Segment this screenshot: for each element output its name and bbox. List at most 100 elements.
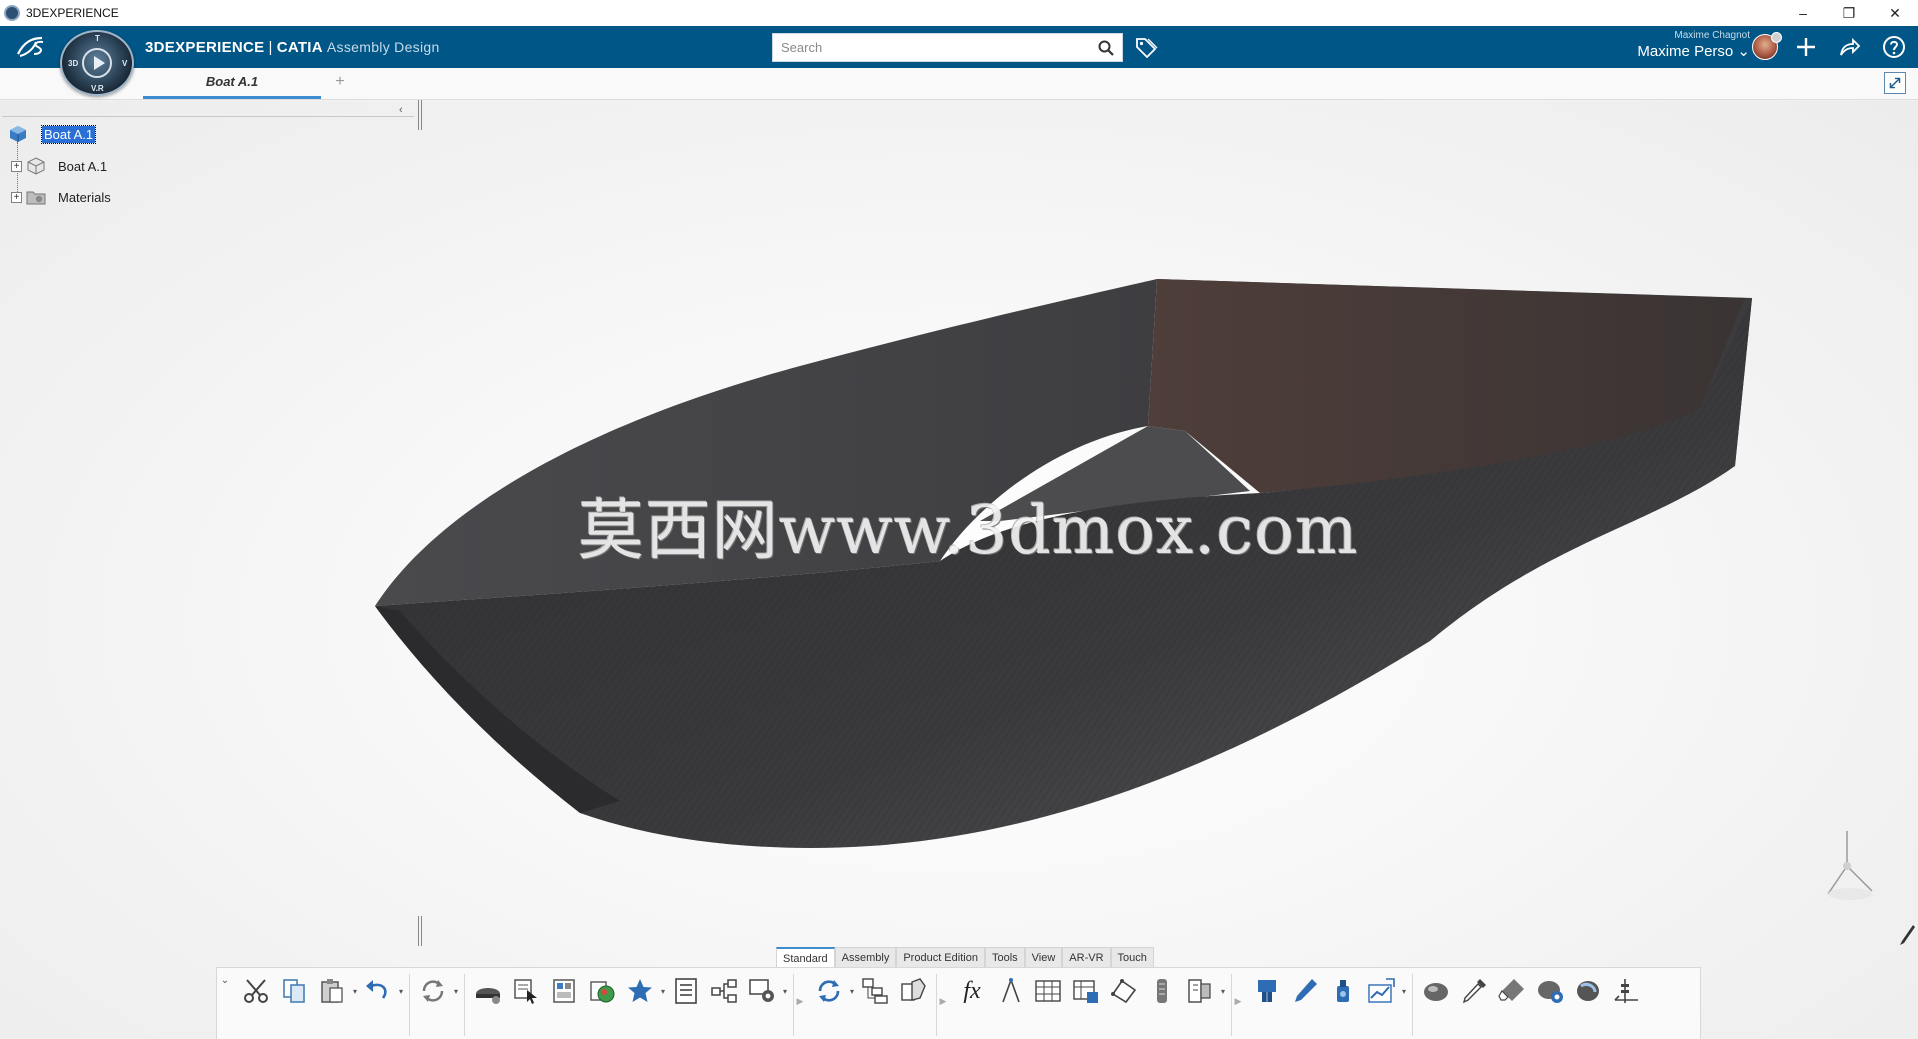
watermark-text: 莫西网www.3dmox.com: [578, 492, 1359, 569]
table-glyph: [1035, 980, 1061, 1002]
scale-icon[interactable]: [1181, 974, 1219, 1008]
user-name[interactable]: Maxime Perso ⌄: [1610, 42, 1750, 60]
geometry-icon[interactable]: [1105, 974, 1143, 1008]
publish-icon[interactable]: [1248, 974, 1286, 1008]
axis-gizmo-icon[interactable]: [1822, 826, 1882, 906]
tag-icon[interactable]: [1134, 35, 1158, 59]
tree-root-label[interactable]: Boat A.1: [40, 124, 97, 144]
search-box[interactable]: [772, 33, 1123, 62]
properties-glyph: [675, 978, 697, 1004]
minimize-button[interactable]: –: [1780, 0, 1826, 26]
search-input[interactable]: [773, 34, 1073, 61]
table-icon[interactable]: [1029, 974, 1067, 1008]
tree-root[interactable]: Boat A.1: [8, 124, 97, 144]
app-name: Assembly Design: [326, 39, 440, 55]
undo-icon[interactable]: [359, 974, 397, 1008]
compass-widget[interactable]: T 3D V V.R: [60, 30, 134, 96]
user-menu[interactable]: Maxime Chagnot Maxime Perso ⌄: [1610, 30, 1750, 60]
tree-splitter-handle-bottom[interactable]: [418, 916, 422, 946]
formula-icon[interactable]: fx: [953, 974, 991, 1008]
material-ball-icon[interactable]: [1531, 974, 1569, 1008]
ruler-icon[interactable]: [1143, 974, 1181, 1008]
copy-icon[interactable]: [275, 974, 313, 1008]
toolbar-scroll-arrow-3[interactable]: ▶: [1232, 984, 1244, 1018]
lighting-icon[interactable]: [1569, 974, 1607, 1008]
catalog-icon[interactable]: [545, 974, 583, 1008]
expand-icon[interactable]: [1884, 72, 1906, 94]
properties-icon[interactable]: [667, 974, 705, 1008]
paste-icon[interactable]: [313, 974, 351, 1008]
favorite-icon[interactable]: [621, 974, 659, 1008]
refresh-icon[interactable]: [810, 974, 848, 1008]
tab-boat-a1[interactable]: Boat A.1: [143, 68, 321, 99]
close-button[interactable]: ✕: [1872, 0, 1918, 26]
expand-boat-icon[interactable]: +: [11, 160, 22, 172]
insert-product-icon[interactable]: [469, 974, 507, 1008]
tree-item-boat-label[interactable]: Boat A.1: [58, 159, 107, 174]
plus-icon[interactable]: [1794, 35, 1818, 59]
update-glyph: [422, 980, 444, 1002]
select-icon[interactable]: [507, 974, 545, 1008]
cut-icon[interactable]: [237, 974, 275, 1008]
share-icon[interactable]: [1837, 35, 1861, 59]
tree-reorder-glyph: [862, 978, 888, 1004]
pen-icon[interactable]: [1898, 923, 1916, 947]
compass-top-label: T: [95, 34, 100, 43]
user-name-label: Maxime Perso: [1637, 43, 1734, 60]
update-dropdown[interactable]: ▾: [452, 974, 460, 1008]
favorite-dropdown[interactable]: ▾: [659, 974, 667, 1008]
paint-icon[interactable]: [1324, 974, 1362, 1008]
action-bar-chevron-icon[interactable]: ⌄: [217, 974, 233, 994]
window-titlebar: 3DEXPERIENCE – ❐ ✕: [0, 0, 1918, 26]
tree-item-materials[interactable]: + Materials: [11, 187, 111, 207]
tree-splitter-handle[interactable]: [418, 100, 422, 130]
refresh-glyph: [818, 980, 840, 1002]
tree-item-boat[interactable]: + Boat A.1: [11, 156, 107, 176]
compass-right-label: V: [122, 59, 128, 68]
eraser-icon[interactable]: [1493, 974, 1531, 1008]
pen-tool-icon[interactable]: [1286, 974, 1324, 1008]
undo-dropdown[interactable]: ▾: [397, 974, 405, 1008]
ds-logo-icon[interactable]: [14, 32, 48, 62]
collapse-tree-button[interactable]: ‹: [399, 104, 403, 116]
graph-icon[interactable]: [1362, 974, 1400, 1008]
play-icon[interactable]: [82, 48, 112, 78]
3d-viewport[interactable]: 莫西网www.3dmox.com: [0, 101, 1918, 1039]
toolbar-scroll-arrow[interactable]: ▶: [794, 984, 806, 1018]
refresh-dropdown[interactable]: ▾: [848, 974, 856, 1008]
restore-button[interactable]: ❐: [1826, 0, 1872, 26]
settings-dropdown[interactable]: ▾: [781, 974, 789, 1008]
tab-view[interactable]: View: [1024, 947, 1063, 967]
tab-standard[interactable]: Standard: [776, 947, 835, 967]
toolbar-group-update: ▾: [410, 974, 465, 1036]
measure-icon[interactable]: [991, 974, 1029, 1008]
scale-dropdown[interactable]: ▾: [1219, 974, 1227, 1008]
explode-icon[interactable]: [894, 974, 932, 1008]
eyedropper-icon[interactable]: [1455, 974, 1493, 1008]
settings-glyph: [749, 979, 774, 1002]
tree-item-materials-label[interactable]: Materials: [58, 190, 111, 205]
tab-product-edition[interactable]: Product Edition: [896, 947, 985, 967]
compass-tool-icon[interactable]: [1607, 974, 1645, 1008]
expand-materials-icon[interactable]: +: [11, 191, 22, 203]
apply-material-icon[interactable]: [583, 974, 621, 1008]
settings-icon[interactable]: [743, 974, 781, 1008]
favorite-glyph: [628, 979, 652, 1002]
toolbar-scroll-arrow-2[interactable]: ▶: [937, 984, 949, 1018]
graph-dropdown[interactable]: ▾: [1400, 974, 1408, 1008]
update-icon[interactable]: [414, 974, 452, 1008]
add-tab-button[interactable]: +: [330, 72, 350, 92]
help-icon[interactable]: [1882, 35, 1906, 59]
tab-tools[interactable]: Tools: [984, 947, 1025, 967]
tree-reorder-icon[interactable]: [856, 974, 894, 1008]
tab-touch[interactable]: Touch: [1110, 947, 1154, 967]
tab-assembly[interactable]: Assembly: [834, 947, 897, 967]
paste-dropdown[interactable]: ▾: [351, 974, 359, 1008]
relations-icon[interactable]: [705, 974, 743, 1008]
paint-glyph: [1337, 980, 1349, 1002]
design-table-icon[interactable]: [1067, 974, 1105, 1008]
compass-bottom-label: V.R: [91, 84, 104, 93]
render-icon[interactable]: [1417, 974, 1455, 1008]
search-icon[interactable]: [1098, 40, 1114, 56]
tab-ar-vr[interactable]: AR-VR: [1062, 947, 1111, 967]
